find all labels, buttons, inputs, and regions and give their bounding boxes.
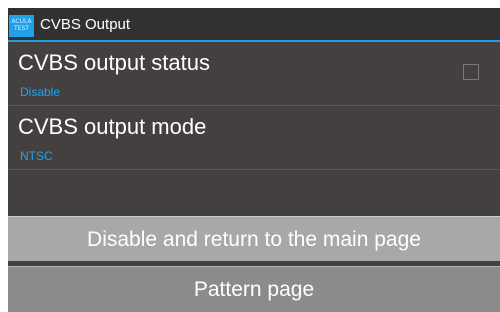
acula-test-app-icon: ACULA TEST (9, 15, 34, 37)
cvbs-output-status-checkbox[interactable] (463, 64, 479, 80)
app-icon-line-1: ACULA (11, 18, 32, 25)
cvbs-output-status-setting[interactable]: CVBS output status Disable (8, 42, 500, 106)
disable-and-return-button[interactable]: Disable and return to the main page (8, 216, 500, 261)
window-title: CVBS Output (40, 16, 131, 33)
cvbs-output-status-label: CVBS output status (18, 50, 210, 75)
app-icon-line-2: TEST (14, 25, 29, 32)
pattern-page-button[interactable]: Pattern page (8, 266, 500, 312)
cvbs-output-window: ACULA TEST CVBS Output CVBS output statu… (8, 8, 500, 312)
cvbs-output-mode-value: NTSC (20, 149, 53, 163)
title-bar: ACULA TEST CVBS Output (8, 8, 500, 42)
cvbs-output-mode-setting[interactable]: CVBS output mode NTSC (8, 106, 500, 170)
cvbs-output-screen: ACULA TEST CVBS Output CVBS output statu… (0, 0, 500, 312)
cvbs-output-status-value: Disable (20, 85, 61, 99)
cvbs-output-mode-label: CVBS output mode (18, 114, 207, 139)
